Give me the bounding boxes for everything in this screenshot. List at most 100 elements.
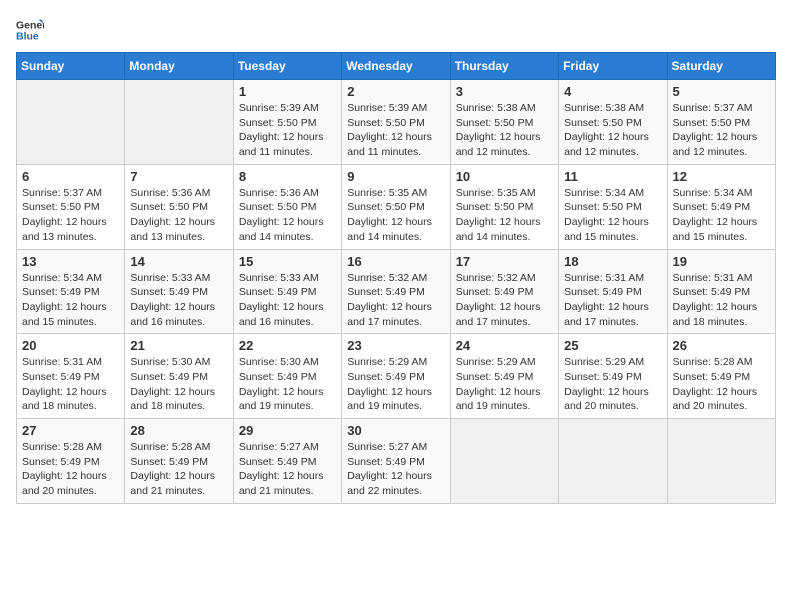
calendar-cell	[450, 419, 558, 504]
calendar-cell: 5 Sunrise: 5:37 AM Sunset: 5:50 PM Daylig…	[667, 80, 775, 165]
weekday-header-tuesday: Tuesday	[233, 53, 341, 80]
calendar-cell: 8 Sunrise: 5:36 AM Sunset: 5:50 PM Daylig…	[233, 164, 341, 249]
calendar-week-1: 1 Sunrise: 5:39 AM Sunset: 5:50 PM Daylig…	[17, 80, 776, 165]
day-info: Sunrise: 5:31 AM Sunset: 5:49 PM Dayligh…	[564, 271, 661, 330]
day-info: Sunrise: 5:39 AM Sunset: 5:50 PM Dayligh…	[239, 101, 336, 160]
calendar-cell: 25 Sunrise: 5:29 AM Sunset: 5:49 PM Dayli…	[559, 334, 667, 419]
day-info: Sunrise: 5:31 AM Sunset: 5:49 PM Dayligh…	[673, 271, 770, 330]
day-info: Sunrise: 5:30 AM Sunset: 5:49 PM Dayligh…	[239, 355, 336, 414]
weekday-header-friday: Friday	[559, 53, 667, 80]
day-number: 29	[239, 423, 336, 438]
day-info: Sunrise: 5:37 AM Sunset: 5:50 PM Dayligh…	[22, 186, 119, 245]
day-number: 15	[239, 254, 336, 269]
calendar-week-5: 27 Sunrise: 5:28 AM Sunset: 5:49 PM Dayli…	[17, 419, 776, 504]
day-info: Sunrise: 5:36 AM Sunset: 5:50 PM Dayligh…	[239, 186, 336, 245]
weekday-header-wednesday: Wednesday	[342, 53, 450, 80]
day-number: 7	[130, 169, 227, 184]
day-info: Sunrise: 5:33 AM Sunset: 5:49 PM Dayligh…	[239, 271, 336, 330]
calendar-cell: 13 Sunrise: 5:34 AM Sunset: 5:49 PM Dayli…	[17, 249, 125, 334]
calendar-cell: 4Sunrise: 5:38 AM Sunset: 5:50 PM Daylig…	[559, 80, 667, 165]
day-number: 8	[239, 169, 336, 184]
day-info: Sunrise: 5:27 AM Sunset: 5:49 PM Dayligh…	[239, 440, 336, 499]
calendar-cell: 21Sunrise: 5:30 AM Sunset: 5:49 PM Dayli…	[125, 334, 233, 419]
weekday-header-sunday: Sunday	[17, 53, 125, 80]
day-number: 22	[239, 338, 336, 353]
day-info: Sunrise: 5:29 AM Sunset: 5:49 PM Dayligh…	[564, 355, 661, 414]
day-number: 10	[456, 169, 553, 184]
day-info: Sunrise: 5:34 AM Sunset: 5:49 PM Dayligh…	[673, 186, 770, 245]
weekday-header-thursday: Thursday	[450, 53, 558, 80]
day-info: Sunrise: 5:36 AM Sunset: 5:50 PM Dayligh…	[130, 186, 227, 245]
day-number: 17	[456, 254, 553, 269]
day-number: 16	[347, 254, 444, 269]
day-info: Sunrise: 5:32 AM Sunset: 5:49 PM Dayligh…	[456, 271, 553, 330]
day-number: 30	[347, 423, 444, 438]
calendar-cell	[125, 80, 233, 165]
day-number: 20	[22, 338, 119, 353]
day-number: 14	[130, 254, 227, 269]
calendar-cell: 23Sunrise: 5:29 AM Sunset: 5:49 PM Dayli…	[342, 334, 450, 419]
day-info: Sunrise: 5:38 AM Sunset: 5:50 PM Dayligh…	[564, 101, 661, 160]
day-number: 5	[673, 84, 770, 99]
calendar-cell: 18Sunrise: 5:31 AM Sunset: 5:49 PM Dayli…	[559, 249, 667, 334]
day-number: 26	[673, 338, 770, 353]
day-info: Sunrise: 5:34 AM Sunset: 5:50 PM Dayligh…	[564, 186, 661, 245]
calendar-cell: 14 Sunrise: 5:33 AM Sunset: 5:49 PM Dayli…	[125, 249, 233, 334]
calendar-cell: 29 Sunrise: 5:27 AM Sunset: 5:49 PM Dayli…	[233, 419, 341, 504]
calendar-cell: 19 Sunrise: 5:31 AM Sunset: 5:49 PM Dayli…	[667, 249, 775, 334]
calendar-body: 1 Sunrise: 5:39 AM Sunset: 5:50 PM Daylig…	[17, 80, 776, 504]
svg-text:Blue: Blue	[16, 31, 39, 43]
calendar-cell: 17 Sunrise: 5:32 AM Sunset: 5:49 PM Dayli…	[450, 249, 558, 334]
calendar-cell: 30 Sunrise: 5:27 AM Sunset: 5:49 PM Dayli…	[342, 419, 450, 504]
weekday-header-monday: Monday	[125, 53, 233, 80]
day-number: 23	[347, 338, 444, 353]
day-number: 25	[564, 338, 661, 353]
calendar-cell: 3 Sunrise: 5:38 AM Sunset: 5:50 PM Daylig…	[450, 80, 558, 165]
day-info: Sunrise: 5:34 AM Sunset: 5:49 PM Dayligh…	[22, 271, 119, 330]
calendar-cell: 11 Sunrise: 5:34 AM Sunset: 5:50 PM Dayli…	[559, 164, 667, 249]
day-info: Sunrise: 5:33 AM Sunset: 5:49 PM Dayligh…	[130, 271, 227, 330]
day-number: 27	[22, 423, 119, 438]
day-number: 19	[673, 254, 770, 269]
day-number: 28	[130, 423, 227, 438]
day-number: 24	[456, 338, 553, 353]
calendar-cell	[559, 419, 667, 504]
day-info: Sunrise: 5:35 AM Sunset: 5:50 PM Dayligh…	[456, 186, 553, 245]
day-number: 3	[456, 84, 553, 99]
calendar-table: SundayMondayTuesdayWednesdayThursdayFrid…	[16, 52, 776, 504]
day-info: Sunrise: 5:31 AM Sunset: 5:49 PM Dayligh…	[22, 355, 119, 414]
calendar-cell: 2 Sunrise: 5:39 AM Sunset: 5:50 PM Daylig…	[342, 80, 450, 165]
calendar-cell: 28 Sunrise: 5:28 AM Sunset: 5:49 PM Dayli…	[125, 419, 233, 504]
day-info: Sunrise: 5:37 AM Sunset: 5:50 PM Dayligh…	[673, 101, 770, 160]
calendar-cell: 7 Sunrise: 5:36 AM Sunset: 5:50 PM Daylig…	[125, 164, 233, 249]
calendar-cell: 1 Sunrise: 5:39 AM Sunset: 5:50 PM Daylig…	[233, 80, 341, 165]
day-number: 12	[673, 169, 770, 184]
day-info: Sunrise: 5:28 AM Sunset: 5:49 PM Dayligh…	[130, 440, 227, 499]
day-number: 11	[564, 169, 661, 184]
calendar-cell: 26Sunrise: 5:28 AM Sunset: 5:49 PM Dayli…	[667, 334, 775, 419]
day-info: Sunrise: 5:38 AM Sunset: 5:50 PM Dayligh…	[456, 101, 553, 160]
svg-text:General: General	[16, 19, 44, 31]
calendar-week-4: 20 Sunrise: 5:31 AM Sunset: 5:49 PM Dayli…	[17, 334, 776, 419]
day-info: Sunrise: 5:39 AM Sunset: 5:50 PM Dayligh…	[347, 101, 444, 160]
calendar-cell: 12 Sunrise: 5:34 AM Sunset: 5:49 PM Dayli…	[667, 164, 775, 249]
day-info: Sunrise: 5:27 AM Sunset: 5:49 PM Dayligh…	[347, 440, 444, 499]
calendar-cell	[667, 419, 775, 504]
day-number: 13	[22, 254, 119, 269]
calendar-cell: 20 Sunrise: 5:31 AM Sunset: 5:49 PM Dayli…	[17, 334, 125, 419]
page-header: General Blue	[16, 16, 776, 44]
calendar-cell: 6 Sunrise: 5:37 AM Sunset: 5:50 PM Daylig…	[17, 164, 125, 249]
day-number: 9	[347, 169, 444, 184]
calendar-cell	[17, 80, 125, 165]
calendar-cell: 22 Sunrise: 5:30 AM Sunset: 5:49 PM Dayli…	[233, 334, 341, 419]
logo-icon: General Blue	[16, 16, 44, 44]
day-number: 6	[22, 169, 119, 184]
calendar-cell: 10 Sunrise: 5:35 AM Sunset: 5:50 PM Dayli…	[450, 164, 558, 249]
day-info: Sunrise: 5:28 AM Sunset: 5:49 PM Dayligh…	[22, 440, 119, 499]
calendar-week-3: 13 Sunrise: 5:34 AM Sunset: 5:49 PM Dayli…	[17, 249, 776, 334]
day-info: Sunrise: 5:30 AM Sunset: 5:49 PM Dayligh…	[130, 355, 227, 414]
day-info: Sunrise: 5:35 AM Sunset: 5:50 PM Dayligh…	[347, 186, 444, 245]
day-number: 1	[239, 84, 336, 99]
calendar-cell: 16Sunrise: 5:32 AM Sunset: 5:49 PM Dayli…	[342, 249, 450, 334]
day-number: 2	[347, 84, 444, 99]
